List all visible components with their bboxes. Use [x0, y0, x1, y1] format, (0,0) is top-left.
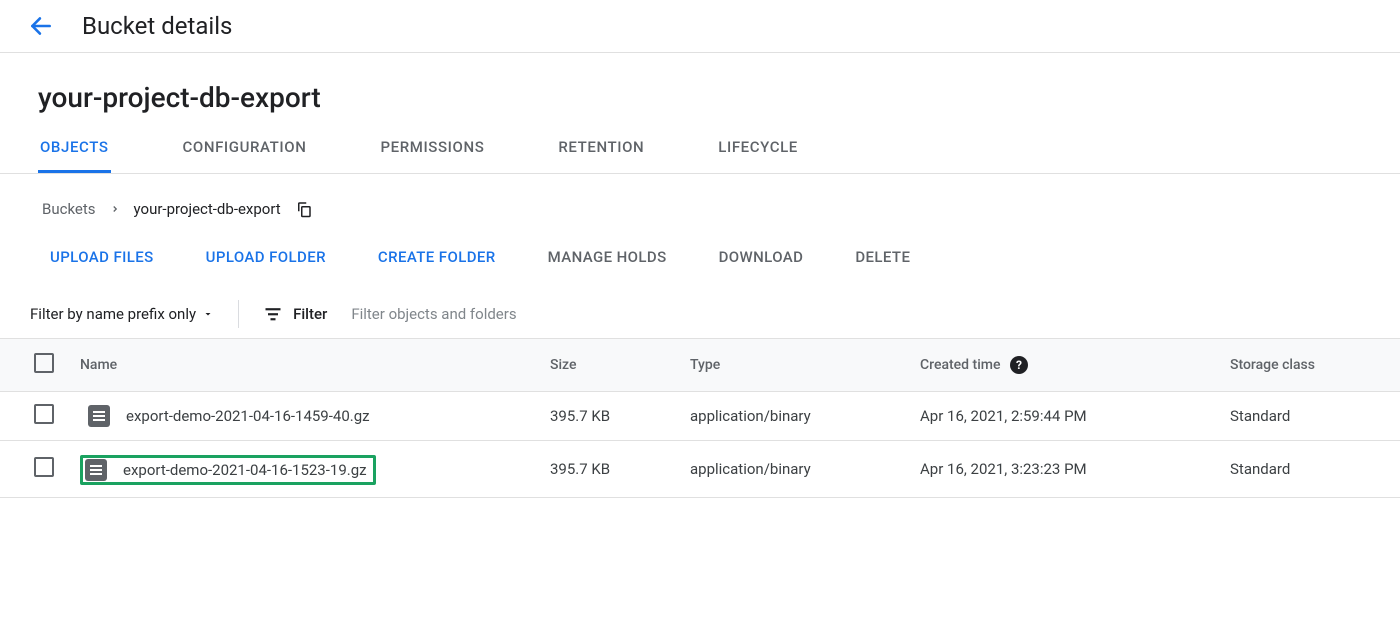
object-name[interactable]: export-demo-2021-04-16-1523-19.gz [123, 461, 367, 479]
filter-prefix-dropdown[interactable]: Filter by name prefix only [30, 305, 214, 323]
column-created[interactable]: Created time ? [910, 339, 1220, 392]
breadcrumb: Buckets your-project-db-export [0, 174, 1400, 226]
object-size: 395.7 KB [540, 441, 680, 498]
page-title: Bucket details [82, 12, 232, 40]
create-folder-button[interactable]: CREATE FOLDER [378, 248, 496, 266]
column-size[interactable]: Size [540, 339, 680, 392]
row-checkbox[interactable] [34, 404, 54, 424]
tab-objects[interactable]: OBJECTS [38, 124, 111, 173]
header-bar: Bucket details [0, 0, 1400, 53]
object-type: application/binary [680, 441, 910, 498]
table-header-row: Name Size Type Created time ? Storage cl… [0, 339, 1400, 392]
filter-prefix-label: Filter by name prefix only [30, 305, 196, 323]
tabs: OBJECTS CONFIGURATION PERMISSIONS RETENT… [0, 124, 1400, 174]
action-bar: UPLOAD FILES UPLOAD FOLDER CREATE FOLDER… [0, 226, 1400, 290]
object-name[interactable]: export-demo-2021-04-16-1459-40.gz [126, 407, 370, 425]
object-storage-class: Standard [1220, 392, 1400, 441]
object-size: 395.7 KB [540, 392, 680, 441]
filter-row: Filter by name prefix only Filter Filter… [0, 290, 1400, 338]
highlighted-object: export-demo-2021-04-16-1523-19.gz [80, 455, 376, 485]
caret-down-icon [202, 308, 214, 320]
object-type: application/binary [680, 392, 910, 441]
column-created-label: Created time [920, 357, 1000, 373]
file-icon [85, 459, 107, 481]
arrow-left-icon [28, 13, 54, 39]
chevron-right-icon [110, 200, 120, 218]
filter-input[interactable]: Filter objects and folders [351, 305, 516, 323]
table-row[interactable]: export-demo-2021-04-16-1523-19.gz 395.7 … [0, 441, 1400, 498]
objects-table: Name Size Type Created time ? Storage cl… [0, 338, 1400, 498]
manage-holds-button[interactable]: MANAGE HOLDS [548, 248, 667, 266]
breadcrumb-current: your-project-db-export [134, 200, 281, 218]
column-storage-class[interactable]: Storage class [1220, 339, 1400, 392]
object-created: Apr 16, 2021, 3:23:23 PM [910, 441, 1220, 498]
file-icon [88, 405, 110, 427]
filter-button[interactable]: Filter [263, 304, 327, 324]
object-storage-class: Standard [1220, 441, 1400, 498]
divider [238, 300, 239, 328]
tab-retention[interactable]: RETENTION [556, 124, 646, 173]
bucket-name: your-project-db-export [0, 53, 1400, 124]
upload-files-button[interactable]: UPLOAD FILES [50, 248, 154, 266]
back-button[interactable] [28, 13, 54, 39]
help-icon[interactable]: ? [1010, 356, 1028, 374]
row-checkbox[interactable] [34, 457, 54, 477]
object-created: Apr 16, 2021, 2:59:44 PM [910, 392, 1220, 441]
tab-configuration[interactable]: CONFIGURATION [181, 124, 309, 173]
select-all-checkbox[interactable] [34, 353, 54, 373]
column-name[interactable]: Name [70, 339, 540, 392]
filter-label: Filter [293, 305, 327, 323]
copy-path-button[interactable] [295, 200, 313, 218]
breadcrumb-root[interactable]: Buckets [42, 200, 96, 218]
download-button[interactable]: DOWNLOAD [719, 248, 804, 266]
tab-lifecycle[interactable]: LIFECYCLE [716, 124, 800, 173]
delete-button[interactable]: DELETE [855, 248, 910, 266]
table-row[interactable]: export-demo-2021-04-16-1459-40.gz 395.7 … [0, 392, 1400, 441]
tab-permissions[interactable]: PERMISSIONS [378, 124, 486, 173]
copy-icon [295, 200, 313, 218]
upload-folder-button[interactable]: UPLOAD FOLDER [206, 248, 326, 266]
filter-icon [263, 304, 283, 324]
column-type[interactable]: Type [680, 339, 910, 392]
